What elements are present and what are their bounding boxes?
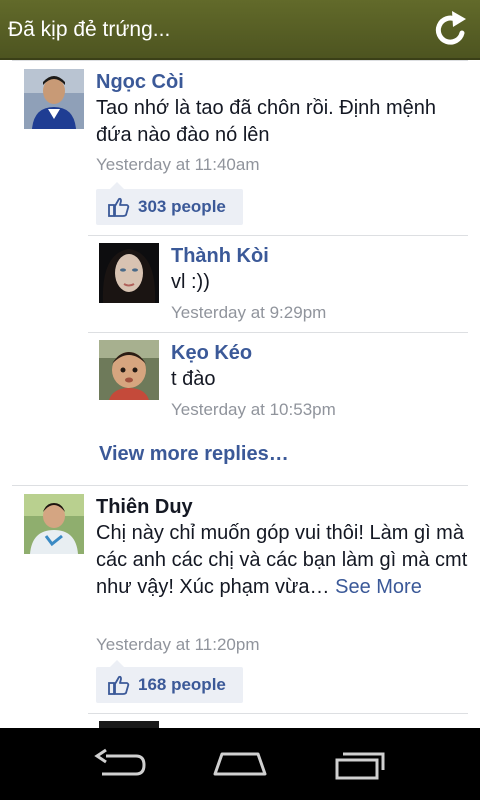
likes-badge[interactable]: 303 people <box>96 182 243 225</box>
thumbs-up-icon <box>108 675 130 695</box>
commenter-name[interactable]: Thiên Duy <box>96 496 193 519</box>
commenter-name[interactable]: Kẹo Kéo <box>171 342 252 365</box>
home-icon[interactable] <box>212 746 268 782</box>
comment-text: Tao nhớ là tao đã chôn rồi. Định mệnh đứ… <box>96 97 436 146</box>
divider <box>88 332 468 333</box>
timestamp: Yesterday at 11:20pm <box>96 635 260 654</box>
system-navigation-bar <box>0 728 480 800</box>
recent-apps-icon[interactable] <box>333 746 389 782</box>
timestamp: Yesterday at 11:40am <box>96 155 260 174</box>
timestamp: Yesterday at 9:29pm <box>171 303 327 322</box>
page-title: Đã kịp đẻ trứng... <box>8 18 171 41</box>
avatar[interactable] <box>24 494 84 554</box>
comment-text: t đào <box>171 368 216 390</box>
back-icon[interactable] <box>92 746 148 782</box>
avatar[interactable] <box>99 243 159 303</box>
avatar[interactable] <box>24 69 84 129</box>
comment-text: vl :)) <box>171 271 210 293</box>
avatar[interactable] <box>99 340 159 400</box>
divider <box>88 235 468 236</box>
divider <box>88 713 468 714</box>
likes-badge[interactable]: 168 people <box>96 660 243 703</box>
divider <box>12 60 468 61</box>
reply-item: Kẹo Kéo t đào Yesterday at 10:53pm <box>0 332 480 432</box>
likes-count: 168 people <box>138 675 226 694</box>
comments-list[interactable]: Ngọc Còi Tao nhớ là tao đã chôn rồi. Địn… <box>0 60 480 728</box>
see-more-link[interactable]: See More <box>335 576 422 598</box>
timestamp: Yesterday at 10:53pm <box>171 400 336 419</box>
comment-item: Thiên Duy Chị này chỉ muốn góp vui thôi!… <box>0 485 480 715</box>
divider <box>12 485 468 486</box>
comment-item: Ngọc Còi Tao nhớ là tao đã chôn rồi. Địn… <box>0 60 480 235</box>
commenter-name[interactable]: Thành Kòi <box>171 245 269 268</box>
thumbs-up-icon <box>108 197 130 217</box>
refresh-icon[interactable] <box>432 9 470 49</box>
comment-text: Chị này chỉ muốn góp vui thôi! Làm gì mà… <box>96 520 468 601</box>
view-more-replies-link[interactable]: View more replies… <box>99 443 289 466</box>
reply-item: Thành Kòi vl :)) Yesterday at 9:29pm <box>0 235 480 332</box>
action-bar: Đã kịp đẻ trứng... <box>0 0 480 60</box>
avatar[interactable] <box>99 721 159 728</box>
likes-count: 303 people <box>138 197 226 216</box>
commenter-name[interactable]: Ngọc Còi <box>96 71 184 94</box>
